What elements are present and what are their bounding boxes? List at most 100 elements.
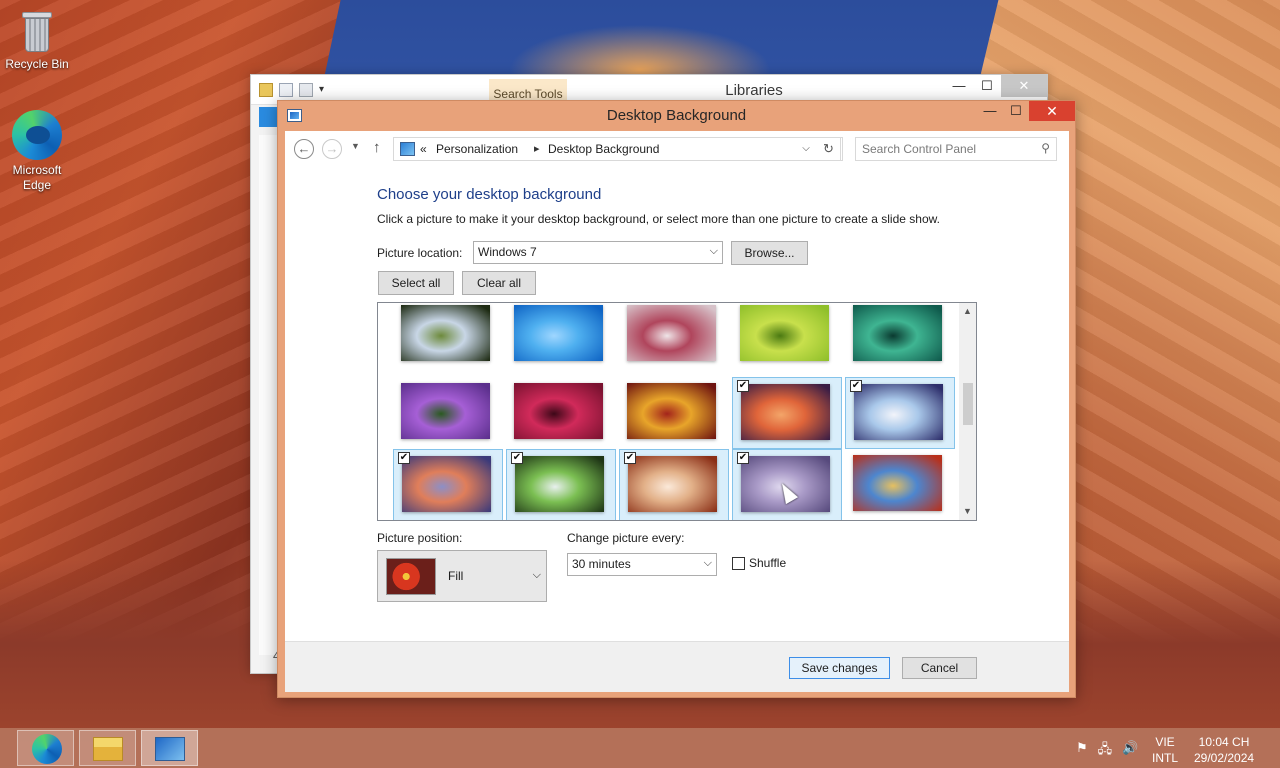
select-all-button[interactable]: Select all: [378, 271, 454, 295]
shuffle-checkbox[interactable]: Shuffle: [732, 556, 786, 570]
thumbnail-image: [628, 456, 717, 512]
edge-icon: [32, 734, 62, 764]
desktop-icon-label: Recycle Bin: [5, 57, 69, 71]
thumbnail-image: [401, 305, 490, 361]
network-icon[interactable]: 🖧: [1098, 740, 1113, 768]
thumbnail-checkbox[interactable]: ✔: [737, 452, 749, 464]
thumbnail-image: [627, 383, 716, 439]
thumbnail-image: [854, 384, 943, 440]
browse-button[interactable]: Browse...: [731, 241, 808, 265]
picture-thumbnail-red-canyon[interactable]: ✔: [732, 377, 842, 449]
thumbnail-checkbox[interactable]: ✔: [850, 380, 862, 392]
taskbar-file-explorer-button[interactable]: [79, 730, 136, 766]
picture-thumbnail-stone-arch[interactable]: ✔: [619, 449, 729, 520]
notification-area: ⚑ 🖧 🔊: [1076, 740, 1138, 768]
vertical-scrollbar[interactable]: ▲ ▼: [959, 303, 976, 520]
thumbnail-image: [514, 305, 603, 361]
maximize-button[interactable]: ☐: [973, 75, 1001, 97]
taskbar: ⚑ 🖧 🔊 VIE INTL 10:04 CH 29/02/2024: [0, 728, 1280, 768]
edge-icon: [12, 110, 62, 160]
picture-position-select[interactable]: Fill ⌵: [377, 550, 547, 602]
thumbnail-image: [402, 456, 491, 512]
input-language-indicator[interactable]: VIE INTL: [1152, 734, 1178, 768]
breadcrumb-personalization[interactable]: Personalization: [436, 142, 518, 156]
thumbnail-checkbox[interactable]: ✔: [624, 452, 636, 464]
clear-all-button[interactable]: Clear all: [462, 271, 536, 295]
picture-location-select[interactable]: Windows 7 ⌵: [473, 241, 723, 264]
up-button[interactable]: ↑: [373, 139, 381, 156]
save-changes-button[interactable]: Save changes: [789, 657, 890, 679]
scroll-down-icon[interactable]: ▼: [959, 503, 976, 520]
picture-thumbnail-hydrangea[interactable]: [393, 303, 503, 371]
picture-thumbnail-coast-sunset[interactable]: ✔: [393, 449, 503, 520]
clock-date: 29/02/2024: [1194, 751, 1255, 765]
search-box[interactable]: ⚲: [855, 137, 1057, 161]
picture-location-label: Picture location:: [377, 246, 463, 260]
language-code: VIE: [1155, 735, 1175, 749]
action-center-flag-icon[interactable]: ⚑: [1076, 740, 1088, 768]
thumbnail-image: [627, 305, 716, 361]
chevron-down-icon: ⌵: [703, 557, 712, 569]
checkbox-box[interactable]: [732, 556, 745, 570]
search-input[interactable]: [862, 141, 1032, 157]
scrollbar-thumb[interactable]: [963, 383, 973, 425]
picture-thumbnail-dandelion[interactable]: [619, 303, 729, 371]
minimize-button[interactable]: —: [945, 75, 973, 97]
picture-position-label: Picture position:: [377, 531, 463, 545]
picture-thumbnail-windows-logo[interactable]: [506, 303, 616, 371]
desktop-background-window[interactable]: Desktop Background — ☐ ✕ ← → ▼ ↑ « Perso…: [277, 100, 1076, 698]
taskbar-edge-button[interactable]: [17, 730, 74, 766]
libraries-caption-buttons: — ☐ ✕: [945, 75, 1047, 97]
back-button[interactable]: ←: [294, 139, 314, 159]
thumbnail-checkbox[interactable]: ✔: [737, 380, 749, 392]
search-icon[interactable]: ⚲: [1041, 141, 1050, 155]
close-button[interactable]: ✕: [1001, 75, 1047, 97]
thumbnail-checkbox[interactable]: ✔: [398, 452, 410, 464]
folder-icon: [93, 737, 123, 761]
thumbnail-checkbox[interactable]: ✔: [511, 452, 523, 464]
volume-icon[interactable]: 🔊: [1122, 740, 1138, 768]
close-button[interactable]: ✕: [1029, 101, 1075, 121]
thumbnail-image: [401, 383, 490, 439]
scroll-up-icon[interactable]: ▲: [959, 303, 976, 320]
thumbnail-image: [853, 455, 942, 511]
forward-button[interactable]: →: [322, 139, 342, 159]
address-dropdown-icon[interactable]: ⌵: [796, 138, 816, 160]
picture-thumbnail-waterfall[interactable]: ✔: [506, 449, 616, 520]
dialog-footer: Save changes Cancel: [285, 641, 1069, 692]
breadcrumb-overflow[interactable]: «: [420, 142, 427, 156]
taskbar-control-panel-button[interactable]: [141, 730, 198, 766]
keyboard-layout: INTL: [1152, 751, 1179, 765]
taskbar-clock[interactable]: 10:04 CH 29/02/2024: [1194, 734, 1254, 768]
thumbnail-image: [514, 383, 603, 439]
address-bar[interactable]: « Personalization ▸ Desktop Background ⌵: [393, 137, 843, 161]
control-panel-icon: [155, 737, 185, 761]
picture-thumbnail-autumn-leaves[interactable]: [619, 377, 729, 449]
page-instructions: Click a picture to make it your desktop …: [377, 212, 940, 226]
breadcrumb-separator-icon[interactable]: ▸: [534, 142, 540, 155]
cancel-button[interactable]: Cancel: [902, 657, 977, 679]
picture-thumbnail-teal-plant[interactable]: [845, 303, 955, 371]
desktop-icon-recycle-bin[interactable]: Recycle Bin: [0, 8, 74, 72]
refresh-button[interactable]: ↻: [817, 137, 841, 161]
picture-position-value: Fill: [448, 569, 464, 583]
change-picture-select[interactable]: 30 minutes ⌵: [567, 553, 717, 576]
change-picture-value: 30 minutes: [572, 557, 631, 571]
minimize-button[interactable]: —: [977, 101, 1003, 121]
window-titlebar[interactable]: Desktop Background — ☐ ✕: [278, 101, 1075, 131]
thumbnail-image: [740, 305, 829, 361]
picture-thumbnail-space-needle[interactable]: [845, 449, 955, 520]
maximize-button[interactable]: ☐: [1003, 101, 1029, 121]
picture-thumbnail-icy-fjord[interactable]: ✔: [845, 377, 955, 449]
recent-locations-button[interactable]: ▼: [351, 141, 360, 151]
thumbnail-image: [853, 305, 942, 361]
change-picture-label: Change picture every:: [567, 531, 685, 545]
picture-thumbnail-purple-thistle[interactable]: [393, 377, 503, 449]
desktop-icon-edge[interactable]: Microsoft Edge: [0, 110, 74, 193]
ribbon-file-tab[interactable]: [259, 107, 279, 127]
window-content: ← → ▼ ↑ « Personalization ▸ Desktop Back…: [285, 131, 1069, 692]
picture-list[interactable]: ✔ ✔ ✔ ✔ ✔ ✔ ▲ ▼: [377, 302, 977, 521]
picture-thumbnail-green-leaves[interactable]: [732, 303, 842, 371]
picture-thumbnail-pink-dahlia[interactable]: [506, 377, 616, 449]
breadcrumb-desktop-background[interactable]: Desktop Background: [548, 142, 659, 156]
